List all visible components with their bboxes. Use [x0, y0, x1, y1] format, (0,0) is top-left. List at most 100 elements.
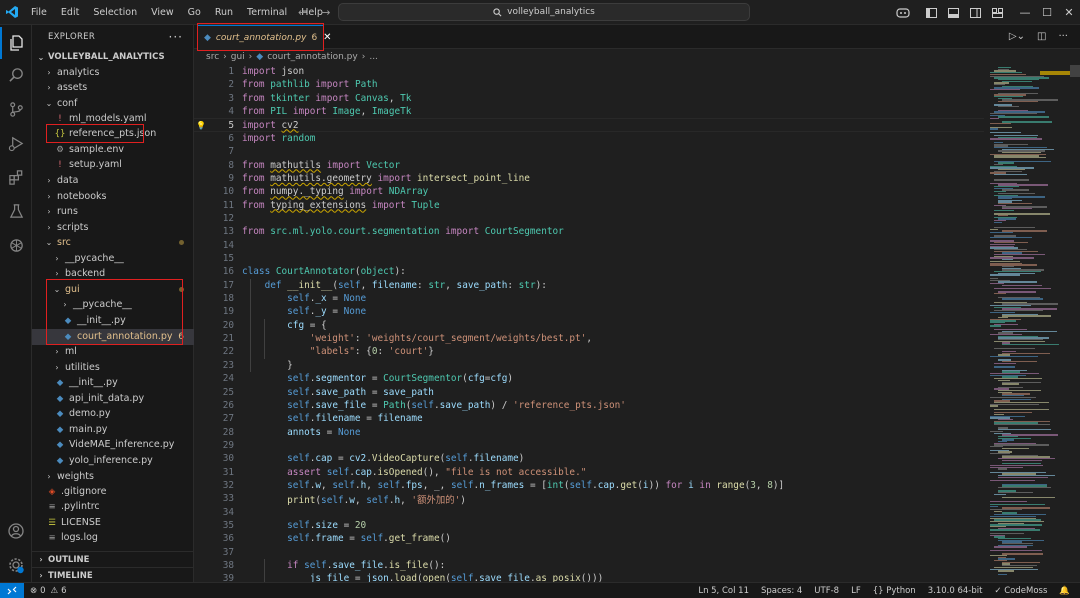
end-of-line[interactable]: LF: [845, 586, 867, 596]
editor-scrollbar[interactable]: [1070, 65, 1080, 582]
tree-folder[interactable]: › __pycache__: [32, 251, 194, 267]
tree-file[interactable]: ◆ __init__.py: [32, 375, 194, 391]
copilot-icon[interactable]: [894, 7, 912, 19]
tree-file[interactable]: ◆ main.py: [32, 422, 194, 438]
tree-file[interactable]: ◆ VideMAE_inference.py: [32, 437, 194, 453]
chatgpt-icon[interactable]: [0, 229, 32, 261]
menu-terminal[interactable]: Terminal: [240, 0, 294, 25]
close-window-icon[interactable]: ✕: [1058, 0, 1080, 25]
toggle-panel-icon[interactable]: [944, 7, 962, 19]
codemoss-status[interactable]: ✓ CodeMoss: [988, 586, 1053, 596]
menu-selection[interactable]: Selection: [86, 0, 144, 25]
code-text: from pathlib import Path: [242, 79, 378, 91]
timeline-section[interactable]: › TIMELINE: [32, 567, 194, 583]
tree-folder[interactable]: › runs: [32, 204, 194, 220]
tree-folder[interactable]: › notebooks: [32, 189, 194, 205]
code-line: 2 from pathlib import Path: [194, 78, 984, 91]
breadcrumb: src › gui › ◆ court_annotation.py › ...: [194, 49, 984, 65]
code-line: 14: [194, 239, 984, 252]
tree-file[interactable]: ◈ .gitignore: [32, 484, 194, 500]
tree-folder[interactable]: ⌄ src: [32, 235, 194, 251]
remote-indicator-icon[interactable]: [0, 582, 24, 598]
code-text: from src.ml.yolo.court.segmentation impo…: [242, 226, 564, 238]
chevron-right-icon: ›: [47, 83, 51, 93]
toggle-secondary-sidebar-icon[interactable]: [966, 7, 984, 19]
menu-edit[interactable]: Edit: [54, 0, 86, 25]
notifications-bell-icon[interactable]: 🔔: [1053, 586, 1076, 596]
lightbulb-icon[interactable]: 💡: [196, 121, 206, 130]
code-line: 7: [194, 145, 984, 158]
account-icon[interactable]: [0, 515, 32, 547]
tree-folder[interactable]: ⌄ conf: [32, 96, 194, 112]
encoding[interactable]: UTF-8: [808, 586, 845, 596]
tree-file[interactable]: ◆ api_init_data.py: [32, 391, 194, 407]
code-line: 28 annots = None: [194, 425, 984, 438]
python-interpreter[interactable]: 3.10.0 64-bit: [922, 586, 989, 596]
breadcrumb-symbol[interactable]: ...: [369, 52, 378, 62]
minimap-line: [990, 228, 998, 230]
tree-folder[interactable]: › weights: [32, 469, 194, 485]
code-line: 25 self.save_path = save_path: [194, 385, 984, 398]
minimize-icon[interactable]: —: [1014, 0, 1036, 25]
nav-arrows: ← →: [298, 6, 330, 19]
problems-indicator[interactable]: ⊗ 0 ⚠ 6: [24, 586, 73, 596]
back-arrow-icon[interactable]: ←: [298, 6, 307, 19]
project-root[interactable]: ⌄ VOLLEYBALL_ANALYTICS: [32, 49, 193, 65]
tree-folder[interactable]: › utilities: [32, 360, 194, 376]
code-line: 32 self.w, self.h, self.fps, _, self.n_f…: [194, 479, 984, 492]
cursor-position[interactable]: Ln 5, Col 11: [692, 586, 755, 596]
tree-file[interactable]: ≡ .pylintrc: [32, 499, 194, 515]
menu-file[interactable]: File: [24, 0, 54, 25]
line-number: 36: [222, 533, 234, 545]
chevron-down-icon: ⌄: [45, 238, 53, 248]
tree-file[interactable]: ◆ yolo_inference.py: [32, 453, 194, 469]
maximize-icon[interactable]: ☐: [1036, 0, 1058, 25]
outline-section[interactable]: › OUTLINE: [32, 551, 194, 567]
code-text: from typing_extensions import Tuple: [242, 199, 440, 211]
tree-folder[interactable]: › scripts: [32, 220, 194, 236]
tree-file[interactable]: ☰ LICENSE: [32, 515, 194, 531]
run-icon[interactable]: ▷⌄: [1009, 31, 1025, 42]
line-number: 35: [222, 520, 234, 532]
tree-file[interactable]: ◆ demo.py: [32, 406, 194, 422]
scrollbar-thumb[interactable]: [1070, 65, 1080, 77]
customize-layout-icon[interactable]: [988, 7, 1006, 19]
tree-file[interactable]: ⚙ sample.env: [32, 142, 194, 158]
tree-folder[interactable]: › assets: [32, 80, 194, 96]
tree-folder[interactable]: › data: [32, 173, 194, 189]
forward-arrow-icon[interactable]: →: [321, 6, 330, 19]
tree-folder[interactable]: › analytics: [32, 65, 194, 81]
settings-gear-icon[interactable]: [0, 549, 32, 581]
language-mode[interactable]: {} Python: [867, 586, 922, 596]
tree-file[interactable]: ! setup.yaml: [32, 157, 194, 173]
tree-file[interactable]: ≡ logs.log: [32, 530, 194, 546]
command-center-search[interactable]: volleyball_analytics: [338, 3, 750, 21]
breadcrumb-src[interactable]: src: [206, 52, 219, 62]
code-line: 27 self.filename = filename: [194, 412, 984, 425]
toggle-primary-sidebar-icon[interactable]: [922, 7, 940, 19]
status-bar: ⊗ 0 ⚠ 6 Ln 5, Col 11 Spaces: 4 UTF-8 LF …: [0, 582, 1080, 598]
search-icon[interactable]: [0, 59, 32, 91]
source-control-icon[interactable]: [0, 93, 32, 125]
split-editor-icon[interactable]: ◫: [1037, 31, 1046, 42]
vscode-logo[interactable]: [0, 0, 24, 25]
indentation[interactable]: Spaces: 4: [755, 586, 808, 596]
run-debug-icon[interactable]: [0, 127, 32, 159]
breadcrumb-file[interactable]: court_annotation.py: [267, 52, 358, 62]
minimap-line: [994, 347, 1035, 349]
menu-go[interactable]: Go: [181, 0, 208, 25]
tree-folder[interactable]: › ml: [32, 344, 194, 360]
code-editor[interactable]: 1 import json 2 from pathlib import Path 3 fr…: [194, 65, 984, 582]
menu-view[interactable]: View: [144, 0, 181, 25]
more-actions-icon[interactable]: ···: [169, 30, 183, 44]
testing-icon[interactable]: [0, 195, 32, 227]
chevron-right-icon: ›: [361, 52, 366, 62]
menu-run[interactable]: Run: [208, 0, 240, 25]
more-icon[interactable]: ···: [1058, 31, 1068, 42]
breadcrumb-gui[interactable]: gui: [231, 52, 245, 62]
tree-item-label: scripts: [57, 222, 89, 234]
extensions-icon[interactable]: [0, 161, 32, 193]
minimap[interactable]: [984, 65, 1070, 582]
explorer-icon[interactable]: [0, 27, 32, 59]
close-tab-icon[interactable]: ✕: [323, 32, 331, 43]
